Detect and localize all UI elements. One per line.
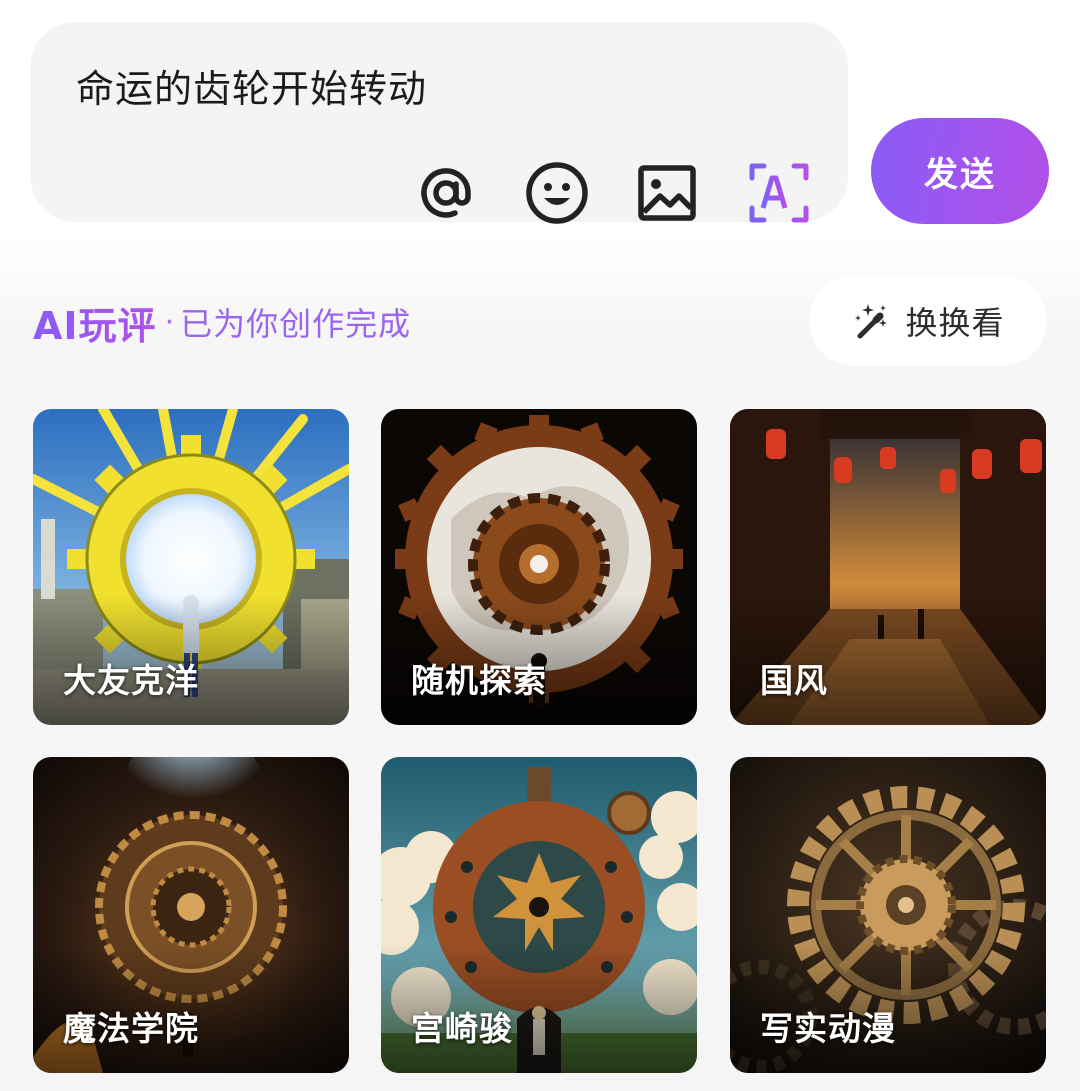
message-input[interactable]: 命运的齿轮开始转动 [76, 62, 427, 116]
emoji-button[interactable] [524, 160, 590, 226]
style-card-realistic-anime[interactable]: 写实动漫 [730, 757, 1046, 1073]
image-button[interactable] [634, 160, 700, 226]
image-icon [638, 165, 696, 221]
shuffle-label: 换换看 [905, 304, 1005, 342]
title-separator: · [164, 304, 175, 340]
style-label: 宫崎骏 [411, 1009, 513, 1048]
at-icon [421, 168, 471, 218]
style-card-miyazaki[interactable]: 宫崎骏 [381, 757, 697, 1073]
ai-subtitle: 已为你创作完成 [180, 305, 412, 343]
ai-scan-icon [749, 163, 809, 223]
style-label: 魔法学院 [63, 1009, 199, 1048]
emoji-icon [526, 162, 588, 224]
ai-section-title: AI玩评 · 已为你创作完成 [33, 292, 411, 352]
style-card-otomo[interactable]: 大友克洋 [33, 409, 349, 725]
ai-brand-label: AI玩评 [33, 295, 157, 350]
message-composer: 命运的齿轮开始转动 [30, 22, 848, 224]
shuffle-button[interactable]: 换换看 [809, 276, 1047, 366]
style-card-guofeng[interactable]: 国风 [730, 409, 1046, 725]
send-button[interactable]: 发送 [871, 118, 1049, 224]
magic-wand-icon [855, 304, 888, 339]
ai-generate-button[interactable] [746, 160, 812, 226]
style-label: 随机探索 [411, 661, 547, 700]
style-label: 国风 [760, 661, 828, 700]
style-card-magic-academy[interactable]: 魔法学院 [33, 757, 349, 1073]
mention-button[interactable] [413, 160, 479, 226]
style-label: 写实动漫 [760, 1009, 896, 1048]
style-label: 大友克洋 [63, 661, 199, 700]
style-card-random[interactable]: 随机探索 [381, 409, 697, 725]
